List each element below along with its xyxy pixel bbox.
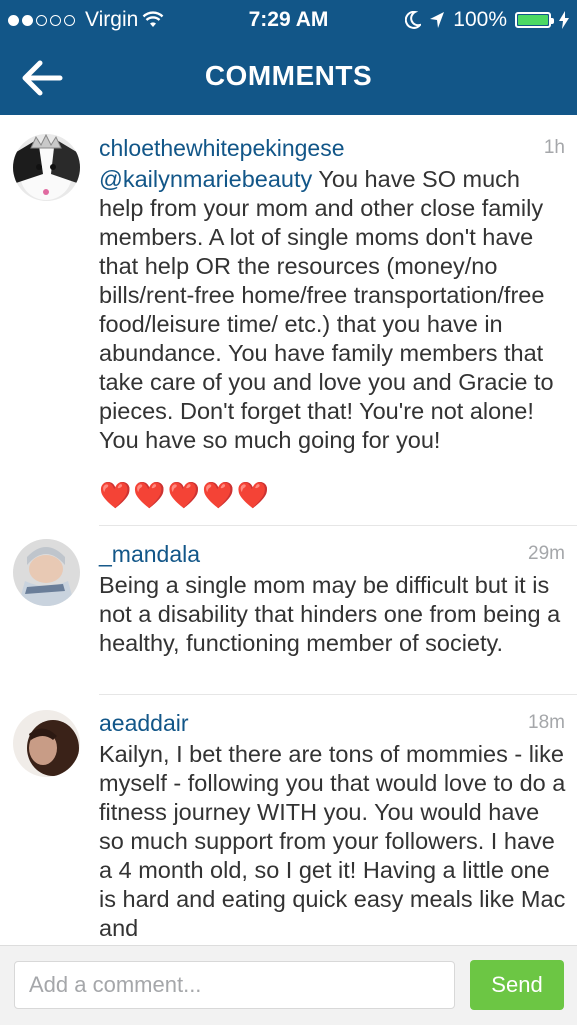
send-button[interactable]: Send	[470, 960, 564, 1010]
comment-timestamp: 18m	[528, 712, 565, 733]
comment-username[interactable]: aeaddair	[99, 710, 189, 737]
divider	[99, 694, 577, 695]
comment-timestamp: 1h	[543, 137, 565, 158]
comment-mention[interactable]: @kailynmariebeauty	[99, 166, 312, 192]
moon-icon	[405, 11, 422, 29]
battery-percent: 100%	[453, 8, 507, 31]
comment-username[interactable]: chloethewhitepekingese	[99, 135, 345, 162]
comment-body: You have SO much help from your mom and …	[99, 166, 554, 453]
avatar[interactable]	[13, 134, 80, 201]
comment-text: Kailyn, I bet there are tons of mommies …	[99, 741, 566, 941]
location-arrow-icon	[430, 12, 445, 28]
comment-compose-bar: Add a comment... Send	[0, 945, 577, 1025]
comment-emoji: ❤️❤️❤️❤️❤️	[99, 480, 271, 510]
battery-icon	[515, 12, 554, 28]
page-title: COMMENTS	[204, 60, 373, 91]
avatar[interactable]	[13, 539, 80, 606]
avatar[interactable]	[13, 710, 80, 777]
status-bar: Virgin 7:29 AM 100%	[0, 0, 577, 40]
comment-timestamp: 29m	[528, 543, 565, 564]
comment-text: Being a single mom may be difficult but …	[99, 572, 561, 656]
charging-bolt-icon	[559, 11, 569, 29]
comment-username[interactable]: _mandala	[99, 541, 200, 568]
comment-text: @kailynmariebeauty You have SO much help…	[99, 165, 569, 455]
navigation-bar: COMMENTS	[0, 40, 577, 115]
comment-input[interactable]: Add a comment...	[14, 961, 455, 1009]
divider	[99, 525, 577, 526]
status-right: 100%	[405, 8, 569, 32]
comment-list[interactable]: chloethewhitepekingese 1h @kailynmariebe…	[0, 115, 577, 945]
